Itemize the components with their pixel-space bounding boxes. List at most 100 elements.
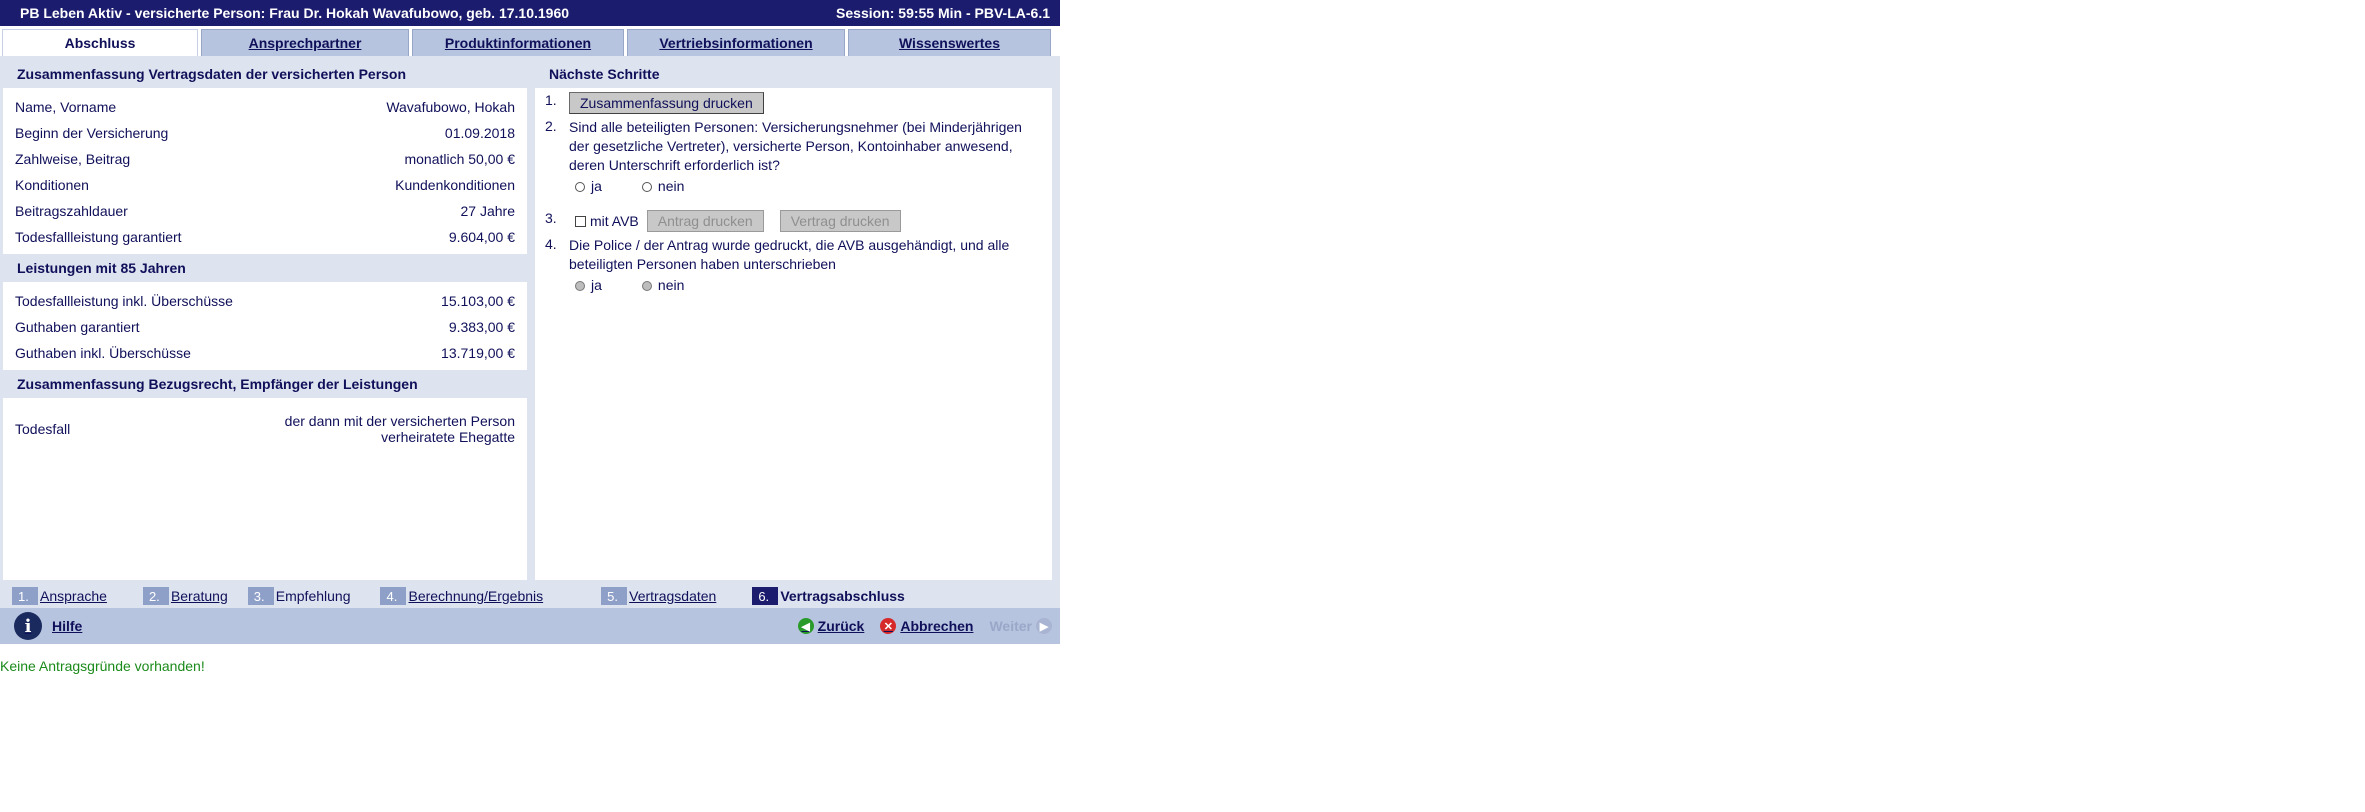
signed-radio-group: ja nein	[569, 276, 1042, 295]
summary-section-title: Zusammenfassung Vertragsdaten der versic…	[3, 60, 527, 88]
process-step-label: Vertragsabschluss	[780, 588, 905, 604]
row-value-line: verheiratete Ehegatte	[381, 429, 515, 445]
step-text: Die Police / der Antrag wurde gedruckt, …	[569, 237, 1010, 272]
process-step-number: 6.	[752, 587, 779, 605]
cancel-button[interactable]: ✕ Abbrechen	[880, 618, 973, 634]
step-body: Sind alle beteiligten Personen: Versiche…	[569, 118, 1042, 196]
process-step-vertragsabschluss: 6. Vertragsabschluss	[752, 587, 905, 605]
step-number: 4.	[545, 236, 557, 252]
step-number: 1.	[545, 92, 557, 108]
row-value: 13.719,00 €	[441, 345, 515, 361]
status-message: Keine Antragsgründe vorhanden!	[0, 658, 205, 674]
checkbox-label: mit AVB	[590, 212, 639, 229]
info-icon: i	[14, 612, 42, 640]
process-step-number: 4.	[380, 587, 407, 605]
row-value: der dann mit der versicherten Person ver…	[285, 413, 515, 445]
radio-circle-icon	[641, 280, 652, 291]
title-insured-person: PB Leben Aktiv - versicherte Person: Fra…	[20, 5, 570, 21]
process-step-beratung[interactable]: 2. Beratung	[142, 587, 228, 605]
process-step-ansprache[interactable]: 1. Ansprache	[12, 587, 107, 605]
tab-vertriebsinformationen[interactable]: Vertriebsinformationen	[627, 29, 845, 56]
benefit-row: Guthaben garantiert 9.383,00 €	[15, 314, 515, 340]
row-value: 27 Jahre	[460, 203, 515, 219]
row-label: Zahlweise, Beitrag	[15, 151, 131, 167]
print-summary-button[interactable]: Zusammenfassung drucken	[569, 92, 764, 114]
step-1: 1. Zusammenfassung drucken	[545, 92, 1042, 114]
next-label: Weiter	[989, 618, 1032, 634]
tab-produktinformationen[interactable]: Produktinformationen	[412, 29, 624, 56]
step-body: Zusammenfassung drucken	[569, 92, 1042, 114]
radio-yes[interactable]: ja	[575, 276, 602, 295]
next-steps-panel: Nächste Schritte 1. Zusammenfassung druc…	[535, 60, 1052, 580]
process-step-label: Vertragsdaten	[629, 588, 717, 604]
row-label: Beitragszahldauer	[15, 203, 128, 219]
row-value: 9.604,00 €	[448, 229, 515, 245]
summary-row: Zahlweise, Beitrag monatlich 50,00 €	[15, 146, 515, 172]
radio-yes[interactable]: ja	[575, 177, 602, 196]
row-value: Wavafubowo, Hokah	[386, 99, 515, 115]
summary-row: Beginn der Versicherung 01.09.2018	[15, 120, 515, 146]
step-3: 3. mit AVB Antrag drucken Vertrag drucke…	[545, 210, 1042, 232]
row-value: 01.09.2018	[444, 125, 515, 141]
step-body: Die Police / der Antrag wurde gedruckt, …	[569, 236, 1042, 295]
benefit-row: Todesfallleistung inkl. Überschüsse 15.10…	[15, 288, 515, 314]
benefits-section-title: Leistungen mit 85 Jahren	[3, 254, 527, 282]
radio-circle-icon	[575, 181, 585, 192]
footer-bar: i Hilfe ◀ Zurück ✕ Abbrechen Weiter ▶	[0, 608, 1060, 644]
tab-abschluss[interactable]: Abschluss	[2, 29, 198, 56]
row-label: Guthaben inkl. Überschüsse	[15, 345, 191, 361]
row-value: 15.103,00 €	[441, 293, 515, 309]
row-label: Todesfall	[15, 421, 71, 437]
tab-ansprechpartner[interactable]: Ansprechpartner	[201, 29, 409, 56]
row-label: Todesfallleistung inkl. Überschüsse	[15, 293, 233, 309]
help-link[interactable]: i Hilfe	[14, 612, 82, 640]
process-step-number: 5.	[601, 587, 628, 605]
help-label: Hilfe	[52, 618, 83, 634]
process-steps-bar: 1. Ansprache 2. Beratung 3. Empfehlung 4. Be…	[0, 584, 1060, 608]
presence-radio-group: ja nein	[569, 177, 1042, 196]
title-bar: PB Leben Aktiv - versicherte Person: Fra…	[0, 0, 1060, 26]
radio-label: ja	[591, 178, 602, 194]
step-number: 2.	[545, 118, 557, 134]
benefit-row: Guthaben inkl. Überschüsse 13.719,00 €	[15, 340, 515, 366]
process-step-vertragsdaten[interactable]: 5. Vertragsdaten	[601, 587, 716, 605]
process-step-number: 3.	[247, 587, 274, 605]
next-steps-title: Nächste Schritte	[535, 60, 1052, 88]
print-contract-button[interactable]: Vertrag drucken	[779, 210, 901, 232]
row-label: Todesfallleistung garantiert	[15, 229, 182, 245]
content-area: Zusammenfassung Vertragsdaten der versic…	[0, 56, 1060, 584]
radio-no[interactable]: nein	[641, 276, 685, 295]
step-4: 4. Die Police / der Antrag wurde gedruck…	[545, 236, 1042, 295]
cancel-label: Abbrechen	[900, 618, 974, 634]
print-application-button[interactable]: Antrag drucken	[646, 210, 764, 232]
next-button[interactable]: Weiter ▶	[989, 618, 1052, 634]
back-button[interactable]: ◀ Zurück	[797, 618, 865, 634]
row-value-line: der dann mit der versicherten Person	[284, 413, 515, 429]
summary-row: Beitragszahldauer 27 Jahre	[15, 198, 515, 224]
session-info: Session: 59:55 Min - PBV-LA-6.1	[836, 5, 1050, 21]
radio-no[interactable]: nein	[641, 177, 685, 196]
process-step-label: Ansprache	[40, 588, 107, 604]
arrow-left-icon: ◀	[797, 618, 814, 634]
radio-circle-icon	[641, 181, 652, 192]
radio-label: nein	[657, 277, 685, 293]
application-window: PB Leben Aktiv - versicherte Person: Fra…	[0, 0, 1060, 674]
row-label: Name, Vorname	[15, 99, 117, 115]
arrow-right-icon: ▶	[1036, 618, 1052, 634]
radio-label: nein	[657, 178, 685, 194]
process-step-berechnung[interactable]: 4. Berechnung/Ergebnis	[380, 587, 543, 605]
step-2: 2. Sind alle beteiligten Personen: Versi…	[545, 118, 1042, 196]
contract-summary-panel: Zusammenfassung Vertragsdaten der versic…	[3, 60, 527, 580]
process-step-empfehlung: 3. Empfehlung	[247, 587, 350, 605]
benefits-rows: Todesfallleistung inkl. Überschüsse 15.10…	[3, 282, 527, 370]
row-label: Guthaben garantiert	[15, 319, 140, 335]
tab-wissenswertes[interactable]: Wissenswertes	[848, 29, 1051, 56]
beneficiary-row: Todesfall der dann mit der versicherten …	[15, 404, 515, 454]
process-step-number: 1.	[12, 587, 38, 605]
avb-checkbox[interactable]: mit AVB	[569, 212, 639, 231]
radio-circle-icon	[575, 280, 585, 291]
radio-label: ja	[591, 277, 602, 293]
process-step-number: 2.	[142, 587, 169, 605]
back-label: Zurück	[817, 618, 865, 634]
steps-list: 1. Zusammenfassung drucken 2. Sind alle …	[535, 88, 1052, 295]
